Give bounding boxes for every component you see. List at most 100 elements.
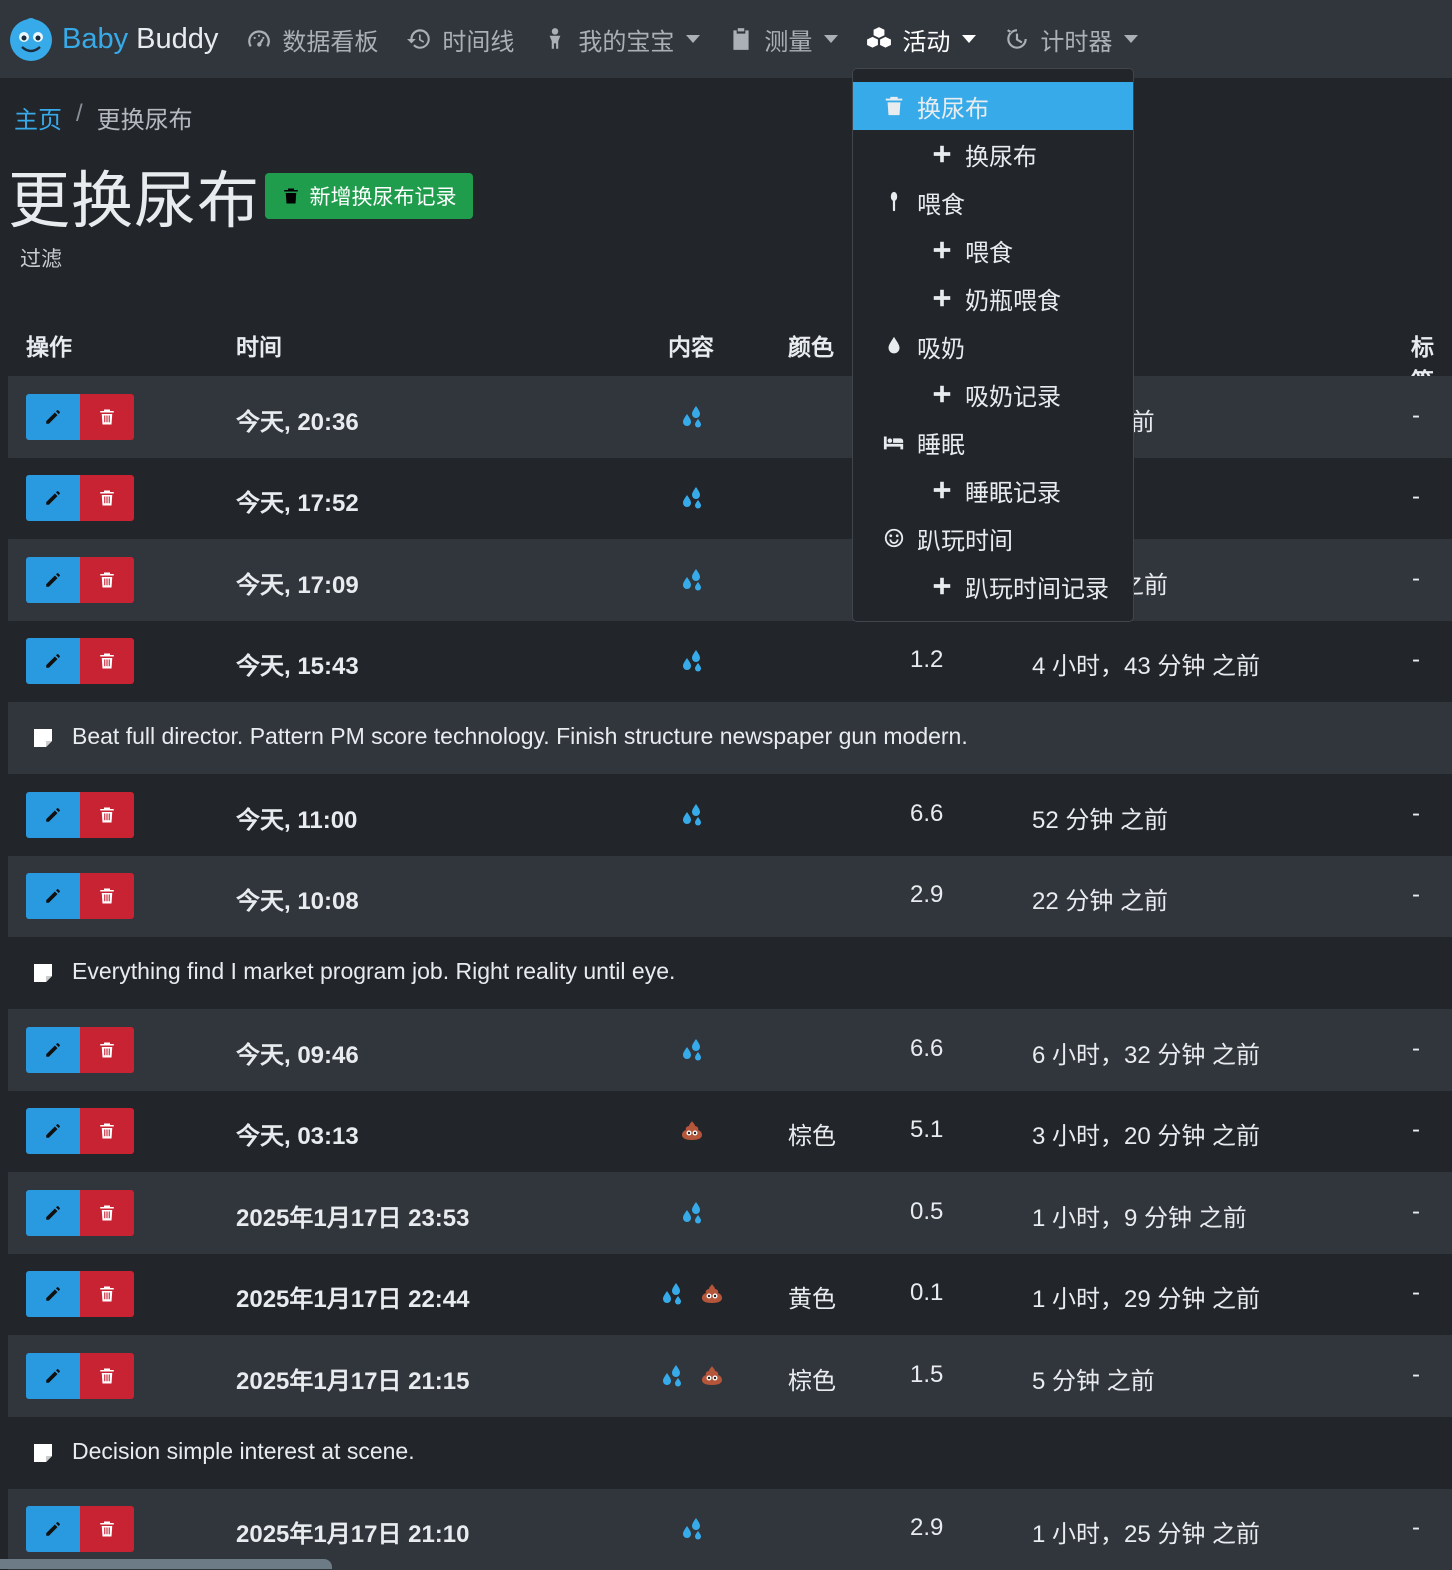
row-amount: 6.6 (910, 1035, 943, 1063)
activities-dropdown-menu: 换尿布换尿布喂食喂食奶瓶喂食吸奶吸奶记录睡眠睡眠记录趴玩时间趴玩时间记录 (852, 68, 1134, 622)
edit-button[interactable] (26, 475, 80, 521)
edit-button[interactable] (26, 1190, 80, 1236)
row-actions (26, 1353, 134, 1399)
pencil-icon (44, 887, 62, 905)
row-time-since: 52 分钟 之前 (1032, 800, 1168, 835)
nav-activities-dropdown[interactable]: 活动 (866, 22, 976, 57)
edit-button[interactable] (26, 1027, 80, 1073)
chevron-down-icon (686, 35, 700, 43)
row-time: 今天, 03:13 (236, 1116, 359, 1151)
table-row: 2025年1月17日 23:53 0.51 小时，9 分钟 之前- (8, 1172, 1452, 1254)
menu-item-5[interactable]: 吸奶 (853, 322, 1133, 370)
menu-item-0[interactable]: 换尿布 (853, 82, 1133, 130)
nav-timers-dropdown[interactable]: 计时器 (1004, 22, 1138, 57)
add-diaper-change-button[interactable]: 新增换尿布记录 (265, 173, 473, 219)
edit-button[interactable] (26, 792, 80, 838)
plus-icon (929, 477, 955, 503)
breadcrumb-home-link[interactable]: 主页 (14, 100, 62, 135)
table-row: 今天, 09:46 6.66 小时，32 分钟 之前- (8, 1009, 1452, 1091)
delete-button[interactable] (80, 873, 134, 919)
row-time-since: 5 分钟 之前 (1032, 1361, 1155, 1396)
brand-name-part1: Baby (62, 23, 128, 55)
delete-button[interactable] (80, 638, 134, 684)
row-color: 棕色 (788, 1116, 836, 1151)
delete-button[interactable] (80, 1108, 134, 1154)
delete-button[interactable] (80, 1506, 134, 1552)
menu-item-7[interactable]: 睡眠 (853, 418, 1133, 466)
wet-drops-icon (679, 802, 705, 828)
delete-button[interactable] (80, 475, 134, 521)
trash-icon (98, 1204, 116, 1222)
edit-button[interactable] (26, 1506, 80, 1552)
plus-icon (929, 573, 955, 599)
menu-item-9[interactable]: 趴玩时间 (853, 514, 1133, 562)
delete-button[interactable] (80, 1190, 134, 1236)
edit-button[interactable] (26, 1353, 80, 1399)
trash-icon (282, 187, 300, 205)
table-row: 今天, 10:082.922 分钟 之前- (8, 856, 1452, 938)
nav-dashboard[interactable]: 数据看板 (246, 22, 378, 57)
pencil-icon (44, 806, 62, 824)
sticky-note-icon (32, 962, 54, 984)
sticky-note-icon (32, 727, 54, 749)
brand-name-part2: Buddy (136, 23, 218, 55)
trash-icon (98, 571, 116, 589)
solid-poop-icon (699, 1363, 725, 1389)
baby-logo-icon (8, 16, 54, 62)
nav-children-dropdown[interactable]: 我的宝宝 (542, 22, 700, 57)
note-text: Beat full director. Pattern PM score tec… (72, 723, 968, 750)
filter-toggle-link[interactable]: 过滤 (20, 243, 62, 273)
wet-drops-icon (679, 485, 705, 511)
pencil-icon (44, 1367, 62, 1385)
table-row: 2025年1月17日 21:15 棕色1.55 分钟 之前- (8, 1335, 1452, 1417)
bed-icon (881, 429, 907, 455)
row-amount: 1.5 (910, 1361, 943, 1389)
pencil-icon (44, 1204, 62, 1222)
row-amount: 1.2 (910, 646, 943, 674)
pencil-icon (44, 571, 62, 589)
menu-item-add-4[interactable]: 奶瓶喂食 (853, 274, 1133, 322)
row-tags: - (1412, 1116, 1420, 1144)
menu-item-label: 睡眠记录 (965, 473, 1061, 508)
plus-icon (929, 381, 955, 407)
delete-button[interactable] (80, 792, 134, 838)
pencil-icon (44, 408, 62, 426)
menu-item-add-3[interactable]: 喂食 (853, 226, 1133, 274)
edit-button[interactable] (26, 1108, 80, 1154)
delete-button[interactable] (80, 1027, 134, 1073)
menu-item-add-8[interactable]: 睡眠记录 (853, 466, 1133, 514)
edit-button[interactable] (26, 638, 80, 684)
row-time: 今天, 15:43 (236, 646, 359, 681)
row-actions (26, 475, 134, 521)
delete-button[interactable] (80, 394, 134, 440)
nav-children-label: 我的宝宝 (578, 22, 674, 57)
edit-button[interactable] (26, 1271, 80, 1317)
nav-timeline[interactable]: 时间线 (406, 22, 514, 57)
spoon-icon (881, 189, 907, 215)
delete-button[interactable] (80, 1271, 134, 1317)
row-tags: - (1412, 402, 1420, 430)
edit-button[interactable] (26, 873, 80, 919)
menu-item-add-6[interactable]: 吸奶记录 (853, 370, 1133, 418)
menu-item-2[interactable]: 喂食 (853, 178, 1133, 226)
pencil-icon (44, 1285, 62, 1303)
row-tags: - (1412, 565, 1420, 593)
trash-icon (98, 408, 116, 426)
note-row: Beat full director. Pattern PM score tec… (8, 702, 1452, 774)
menu-item-add-1[interactable]: 换尿布 (853, 130, 1133, 178)
edit-button[interactable] (26, 557, 80, 603)
edit-button[interactable] (26, 394, 80, 440)
breadcrumb: 主页 / 更换尿布 (14, 100, 193, 135)
header-time[interactable]: 时间 (236, 328, 282, 362)
delete-button[interactable] (80, 1353, 134, 1399)
brand-link[interactable]: Baby Buddy (8, 16, 218, 62)
plus-icon (929, 237, 955, 263)
menu-item-add-10[interactable]: 趴玩时间记录 (853, 562, 1133, 610)
row-actions (26, 792, 134, 838)
note-row: Everything find I market program job. Ri… (8, 937, 1452, 1009)
row-time-since: 1 小时，25 分钟 之前 (1032, 1514, 1260, 1549)
delete-button[interactable] (80, 557, 134, 603)
chevron-down-icon (1124, 35, 1138, 43)
nav-measurements-dropdown[interactable]: 测量 (728, 22, 838, 57)
row-amount: 2.9 (910, 1514, 943, 1542)
